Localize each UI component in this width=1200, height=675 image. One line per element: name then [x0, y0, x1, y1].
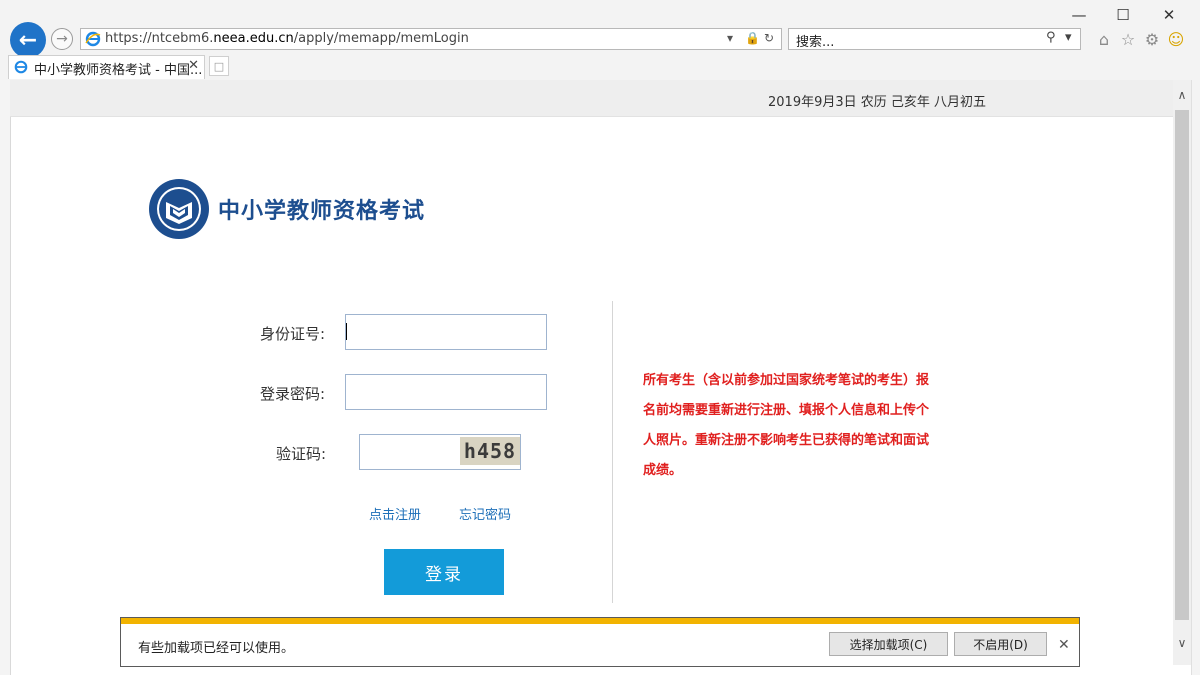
forgot-password-link[interactable]: 忘记密码 [459, 504, 511, 523]
id-number-label: 身份证号: [260, 325, 326, 343]
text-cursor [346, 323, 347, 340]
back-button[interactable]: ← [10, 22, 46, 58]
ie-icon [14, 60, 28, 74]
password-input[interactable] [345, 374, 547, 410]
notification-accent-band [121, 618, 1079, 624]
id-number-input[interactable] [345, 314, 547, 350]
scrollbar-thumb[interactable] [1175, 110, 1189, 620]
vertical-divider [612, 301, 613, 603]
vertical-scrollbar[interactable]: ∧ ∨ [1173, 80, 1191, 665]
search-placeholder: 搜索... [796, 35, 835, 50]
date-text: 2019年9月3日 农历 己亥年 八月初五 [768, 95, 987, 110]
exam-logo-icon [149, 179, 209, 239]
tab-close-icon[interactable]: ✕ [188, 58, 199, 73]
tab-title: 中小学教师资格考试 - 中国... [34, 63, 203, 78]
lock-icon[interactable]: 🔒 [745, 31, 760, 45]
url-text: https://ntcebm6.neea.edu.cn/apply/memapp… [105, 31, 469, 46]
minimize-icon[interactable]: — [1064, 4, 1094, 26]
choose-addons-button[interactable]: 选择加载项(C) [829, 632, 948, 656]
addon-notification-bar: 有些加载项已经可以使用。 选择加载项(C) 不启用(D) ✕ [120, 617, 1080, 667]
tab-active[interactable]: 中小学教师资格考试 - 中国... ✕ [8, 55, 205, 79]
register-link[interactable]: 点击注册 [369, 504, 421, 523]
date-bar [10, 80, 1173, 117]
close-icon[interactable]: ✕ [1154, 4, 1184, 26]
smiley-feedback-icon[interactable]: ☺ [1165, 28, 1187, 50]
disable-addons-button[interactable]: 不启用(D) [954, 632, 1047, 656]
favorites-star-icon[interactable]: ☆ [1117, 28, 1139, 50]
ie-icon [85, 31, 101, 47]
captcha-image[interactable]: h458 [460, 437, 520, 465]
new-tab-button[interactable]: □ [209, 56, 229, 76]
scroll-up-icon[interactable]: ∧ [1173, 88, 1191, 102]
forward-button[interactable]: → [51, 28, 73, 50]
settings-gear-icon[interactable]: ⚙ [1141, 28, 1163, 50]
right-window-edge [1191, 80, 1200, 675]
search-box[interactable]: 搜索... ⚲ ▾ [788, 28, 1081, 50]
dropdown-icon[interactable]: ▾ [727, 31, 733, 45]
login-button[interactable]: 登录 [384, 549, 504, 595]
registration-notice: 所有考生（含以前参加过国家统考笔试的考生）报名前均需要重新进行注册、填报个人信息… [643, 373, 930, 478]
search-dropdown-icon[interactable]: ▾ [1065, 30, 1072, 45]
notification-close-icon[interactable]: ✕ [1058, 637, 1070, 653]
home-icon[interactable]: ⌂ [1093, 28, 1115, 50]
notification-message: 有些加载项已经可以使用。 [138, 641, 295, 656]
search-icon[interactable]: ⚲ [1046, 30, 1056, 45]
scroll-down-icon[interactable]: ∨ [1173, 636, 1191, 650]
left-window-edge [0, 80, 11, 675]
brand-title: 中小学教师资格考试 [218, 199, 426, 224]
address-bar[interactable]: https://ntcebm6.neea.edu.cn/apply/memapp… [80, 28, 782, 50]
captcha-label: 验证码: [276, 445, 327, 463]
maximize-icon[interactable]: ☐ [1108, 4, 1138, 26]
password-label: 登录密码: [260, 385, 326, 403]
refresh-icon[interactable]: ↻ [764, 31, 774, 45]
